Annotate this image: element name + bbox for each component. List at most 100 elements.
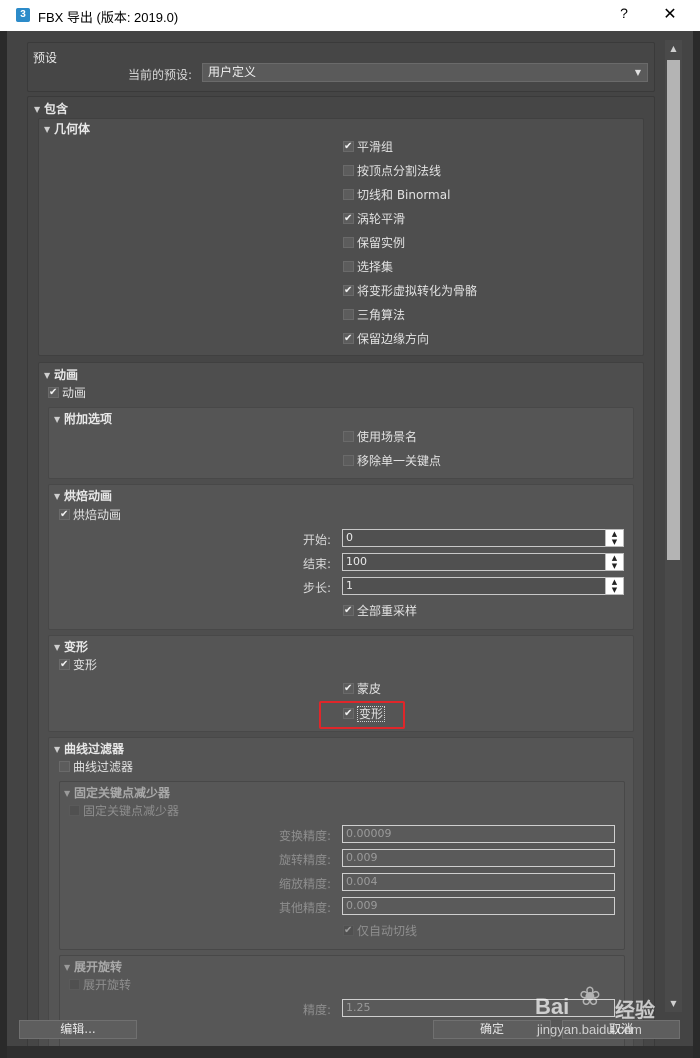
triangulate-checkbox[interactable]: 三角算法 bbox=[343, 307, 405, 323]
checkbox-label: 三角算法 bbox=[357, 308, 406, 322]
resample-all-checkbox[interactable]: 全部重采样 bbox=[343, 603, 417, 619]
spinner-down-icon[interactable]: ▼ bbox=[606, 562, 623, 570]
spinner-up-icon[interactable]: ▲ bbox=[606, 554, 623, 562]
checkbox-checked-icon bbox=[343, 603, 354, 619]
key-reducer-header-label: 固定关键点减少器 bbox=[74, 786, 171, 800]
unroll-rotations-header[interactable]: ▼ 展开旋转 bbox=[64, 958, 122, 975]
spinner-up-icon[interactable]: ▲ bbox=[606, 530, 623, 538]
deformations-header[interactable]: ▼ 变形 bbox=[54, 638, 88, 655]
scroll-up-icon[interactable]: ▲ bbox=[665, 40, 682, 57]
ok-button[interactable]: 确定 bbox=[433, 1020, 551, 1039]
checkbox-label: 选择集 bbox=[357, 260, 394, 274]
convert-deforming-dummies-checkbox[interactable]: 将变形虚拟转化为骨骼 bbox=[343, 283, 477, 299]
deformations-checkbox[interactable]: 变形 bbox=[59, 657, 97, 673]
collapse-triangle-icon: ▼ bbox=[44, 125, 51, 134]
collapse-triangle-icon: ▼ bbox=[64, 963, 71, 972]
bake-animation-checkbox[interactable]: 烘焙动画 bbox=[59, 507, 121, 523]
split-normals-checkbox[interactable]: 按顶点分割法线 bbox=[343, 163, 441, 179]
checkbox-icon bbox=[343, 189, 354, 200]
unroll-precision-label: 精度: bbox=[303, 1003, 332, 1017]
other-precision-label: 其他精度: bbox=[279, 901, 332, 915]
key-reducer-header[interactable]: ▼ 固定关键点减少器 bbox=[64, 784, 170, 801]
geometry-header[interactable]: ▼ 几何体 bbox=[44, 120, 90, 137]
remove-single-keys-checkbox[interactable]: 移除单一关键点 bbox=[343, 453, 441, 469]
end-frame-input[interactable]: 100 bbox=[342, 553, 606, 571]
checkbox-label: 平滑组 bbox=[357, 140, 394, 154]
tangents-binormals-checkbox[interactable]: 切线和 Binormal bbox=[343, 187, 450, 203]
watermark-brand: Bai bbox=[535, 994, 570, 1019]
preset-dropdown[interactable]: 用户定义 ▼ bbox=[202, 63, 648, 82]
checkbox-checked-icon bbox=[343, 211, 354, 227]
collapse-triangle-icon: ▼ bbox=[54, 415, 61, 424]
unroll-rotations-header-label: 展开旋转 bbox=[74, 960, 123, 974]
close-button[interactable]: ✕ bbox=[658, 4, 682, 26]
checkbox-icon bbox=[59, 761, 70, 772]
start-frame-spinner[interactable]: ▲ ▼ bbox=[605, 529, 624, 547]
preserve-edge-orientation-checkbox[interactable]: 保留边缘方向 bbox=[343, 331, 429, 347]
step-spinner[interactable]: ▲ ▼ bbox=[605, 577, 624, 595]
unroll-rotations-checkbox[interactable]: 展开旋转 bbox=[69, 977, 131, 993]
checkbox-checked-icon bbox=[59, 507, 70, 523]
rotation-precision-label: 旋转精度: bbox=[279, 853, 332, 867]
help-button[interactable]: ? bbox=[614, 5, 634, 25]
rotation-precision-input[interactable]: 0.009 bbox=[342, 849, 615, 867]
extra-options-header[interactable]: ▼ 附加选项 bbox=[54, 410, 112, 427]
spinner-up-icon[interactable]: ▲ bbox=[606, 578, 623, 586]
key-reducer-checkbox[interactable]: 固定关键点减少器 bbox=[69, 803, 179, 819]
title-bar: 3 FBX 导出 (版本: 2019.0) ? ✕ bbox=[0, 0, 700, 31]
checkbox-label: 动画 bbox=[62, 386, 87, 400]
turbosmooth-checkbox[interactable]: 涡轮平滑 bbox=[343, 211, 405, 227]
selection-sets-checkbox[interactable]: 选择集 bbox=[343, 259, 393, 275]
edit-button[interactable]: 编辑... bbox=[19, 1020, 137, 1039]
checkbox-label: 曲线过滤器 bbox=[73, 760, 134, 774]
collapse-triangle-icon: ▼ bbox=[54, 643, 61, 652]
checkbox-label: 蒙皮 bbox=[357, 682, 382, 696]
start-label: 开始: bbox=[303, 533, 332, 547]
checkbox-icon bbox=[69, 979, 80, 990]
bake-animation-header[interactable]: ▼ 烘焙动画 bbox=[54, 487, 112, 504]
checkbox-label: 展开旋转 bbox=[83, 978, 132, 992]
checkbox-checked-icon bbox=[343, 923, 354, 939]
step-input[interactable]: 1 bbox=[342, 577, 606, 595]
baidu-jingyan-watermark: ❀ Bai 经验 jingyan.baidu.com bbox=[535, 980, 695, 1050]
checkbox-label: 涡轮平滑 bbox=[357, 212, 406, 226]
checkbox-label: 按顶点分割法线 bbox=[357, 164, 442, 178]
checkbox-label: 全部重采样 bbox=[357, 604, 418, 618]
skins-checkbox[interactable]: 蒙皮 bbox=[343, 681, 381, 697]
start-frame-input[interactable]: 0 bbox=[342, 529, 606, 547]
end-frame-spinner[interactable]: ▲ ▼ bbox=[605, 553, 624, 571]
include-header-label: 包含 bbox=[44, 102, 69, 116]
3dsmax-app-icon: 3 bbox=[16, 8, 30, 22]
scrollbar-thumb[interactable] bbox=[667, 60, 680, 560]
window-edge-right bbox=[693, 31, 700, 1058]
translation-precision-label: 变换精度: bbox=[279, 829, 332, 843]
animation-checkbox[interactable]: 动画 bbox=[48, 385, 86, 401]
checkbox-icon bbox=[343, 237, 354, 248]
spinner-down-icon[interactable]: ▼ bbox=[606, 586, 623, 594]
curve-filters-checkbox[interactable]: 曲线过滤器 bbox=[59, 759, 133, 775]
extra-options-header-label: 附加选项 bbox=[64, 412, 113, 426]
translation-precision-input[interactable]: 0.00009 bbox=[342, 825, 615, 843]
watermark-url: jingyan.baidu.com bbox=[537, 1022, 642, 1037]
collapse-triangle-icon: ▼ bbox=[44, 371, 51, 380]
geometry-rollout bbox=[38, 118, 644, 356]
animation-header[interactable]: ▼ 动画 bbox=[44, 366, 78, 383]
curve-filters-header[interactable]: ▼ 曲线过滤器 bbox=[54, 740, 124, 757]
include-header[interactable]: ▼ 包含 bbox=[34, 100, 68, 117]
end-label: 结束: bbox=[303, 557, 332, 571]
checkbox-icon bbox=[343, 455, 354, 466]
other-precision-input[interactable]: 0.009 bbox=[342, 897, 615, 915]
spinner-down-icon[interactable]: ▼ bbox=[606, 538, 623, 546]
window-edge-left bbox=[0, 31, 7, 1058]
preset-dropdown-value: 用户定义 bbox=[208, 65, 257, 79]
preserve-instances-checkbox[interactable]: 保留实例 bbox=[343, 235, 405, 251]
red-highlight-box bbox=[319, 701, 405, 729]
vertical-scrollbar[interactable]: ▲ ▼ bbox=[665, 40, 682, 1012]
scale-precision-input[interactable]: 0.004 bbox=[342, 873, 615, 891]
auto-tangents-only-checkbox[interactable]: 仅自动切线 bbox=[343, 923, 417, 939]
smoothing-groups-checkbox[interactable]: 平滑组 bbox=[343, 139, 393, 155]
use-scene-name-checkbox[interactable]: 使用场景名 bbox=[343, 429, 417, 445]
checkbox-label: 将变形虚拟转化为骨骼 bbox=[357, 284, 478, 298]
checkbox-checked-icon bbox=[48, 385, 59, 401]
checkbox-icon bbox=[343, 431, 354, 442]
